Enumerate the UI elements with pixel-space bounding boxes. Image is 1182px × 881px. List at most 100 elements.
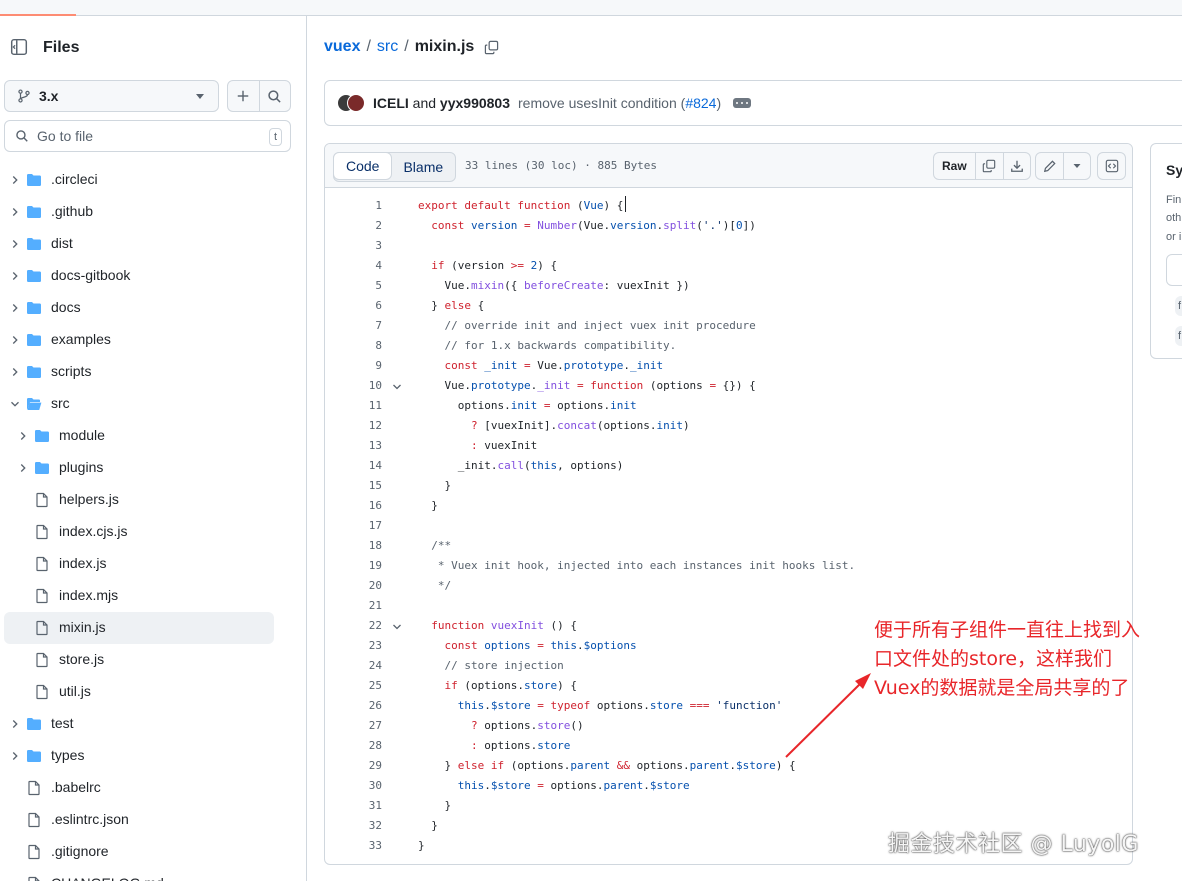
line-number[interactable]: 28 xyxy=(345,736,382,756)
line-number[interactable]: 11 xyxy=(345,396,382,416)
breadcrumb-dir-link[interactable]: src xyxy=(377,38,398,56)
code-line[interactable]: 12 ? [vuexInit].concat(options.init) xyxy=(325,416,1132,436)
avatar[interactable] xyxy=(337,93,367,113)
fold-chevron-icon[interactable] xyxy=(391,380,403,392)
commit-message-text[interactable]: remove usesInit condition ( xyxy=(518,95,685,111)
line-number[interactable]: 31 xyxy=(345,796,382,816)
go-to-file-field[interactable]: t xyxy=(4,120,291,152)
tree-folder-src[interactable]: src xyxy=(4,388,274,420)
line-number[interactable]: 23 xyxy=(345,636,382,656)
code-line[interactable]: 16 } xyxy=(325,496,1132,516)
code-line[interactable]: 20 */ xyxy=(325,576,1132,596)
code-line[interactable]: 11 options.init = options.init xyxy=(325,396,1132,416)
line-number[interactable]: 12 xyxy=(345,416,382,436)
chevron-right-icon[interactable] xyxy=(7,332,23,348)
tree-folder-docs[interactable]: docs xyxy=(4,292,274,324)
branch-selector[interactable]: 3.x xyxy=(4,80,219,112)
symbols-filter-input[interactable] xyxy=(1166,254,1182,286)
chevron-right-icon[interactable] xyxy=(7,172,23,188)
tree-file-util-js[interactable]: util.js xyxy=(4,676,274,708)
tree-file-mixin-js[interactable]: mixin.js xyxy=(4,612,274,644)
line-number[interactable]: 24 xyxy=(345,656,382,676)
code-line[interactable]: 7 // override init and inject vuex init … xyxy=(325,316,1132,336)
line-number[interactable]: 6 xyxy=(345,296,382,316)
code-line[interactable]: 4 if (version >= 2) { xyxy=(325,256,1132,276)
code-line[interactable]: 15 } xyxy=(325,476,1132,496)
edit-options-dropdown[interactable] xyxy=(1063,153,1090,179)
line-number[interactable]: 33 xyxy=(345,836,382,856)
line-number[interactable]: 10 xyxy=(345,376,382,396)
code-line[interactable]: 30 this.$store = options.parent.$store xyxy=(325,776,1132,796)
breadcrumb-repo-link[interactable]: vuex xyxy=(324,38,360,56)
tree-file-eslintrc-json[interactable]: .eslintrc.json xyxy=(4,804,274,836)
line-number[interactable]: 26 xyxy=(345,696,382,716)
tree-folder-github[interactable]: .github xyxy=(4,196,274,228)
line-number[interactable]: 20 xyxy=(345,576,382,596)
code-line[interactable]: 5 Vue.mixin({ beforeCreate: vuexInit }) xyxy=(325,276,1132,296)
code-line[interactable]: 21 xyxy=(325,596,1132,616)
tree-folder-test[interactable]: test xyxy=(4,708,274,740)
download-button[interactable] xyxy=(1002,153,1030,179)
code-line[interactable]: 8 // for 1.x backwards compatibility. xyxy=(325,336,1132,356)
tree-folder-circleci[interactable]: .circleci xyxy=(4,164,274,196)
chevron-right-icon[interactable] xyxy=(7,204,23,220)
line-number[interactable]: 9 xyxy=(345,356,382,376)
tree-folder-docs-gitbook[interactable]: docs-gitbook xyxy=(4,260,274,292)
chevron-right-icon[interactable] xyxy=(7,300,23,316)
line-number[interactable]: 29 xyxy=(345,756,382,776)
line-number[interactable]: 22 xyxy=(345,616,382,636)
raw-button[interactable]: Raw xyxy=(934,153,976,179)
line-number[interactable]: 13 xyxy=(345,436,382,456)
symbol-chip[interactable]: f xyxy=(1175,326,1182,346)
code-line[interactable]: 1 export default function (Vue) { xyxy=(325,196,1132,216)
tree-file-helpers-js[interactable]: helpers.js xyxy=(4,484,274,516)
chevron-right-icon[interactable] xyxy=(7,748,23,764)
tree-file-index-cjs-js[interactable]: index.cjs.js xyxy=(4,516,274,548)
line-number[interactable]: 19 xyxy=(345,556,382,576)
chevron-right-icon[interactable] xyxy=(7,236,23,252)
copy-path-button[interactable] xyxy=(484,40,499,55)
tree-file-index-js[interactable]: index.js xyxy=(4,548,274,580)
code-line[interactable]: 27 ? options.store() xyxy=(325,716,1132,736)
copy-raw-button[interactable] xyxy=(976,153,1003,179)
code-line[interactable]: 28 : options.store xyxy=(325,736,1132,756)
tree-file-babelrc[interactable]: .babelrc xyxy=(4,772,274,804)
line-number[interactable]: 7 xyxy=(345,316,382,336)
tree-folder-dist[interactable]: dist xyxy=(4,228,274,260)
chevron-down-icon[interactable] xyxy=(7,396,23,412)
avatar-yyx990803[interactable] xyxy=(347,94,365,112)
code-line[interactable]: 6 } else { xyxy=(325,296,1132,316)
symbol-chip[interactable]: f xyxy=(1175,296,1182,316)
code-line[interactable]: 17 xyxy=(325,516,1132,536)
tab-code[interactable]: Code xyxy=(333,152,393,180)
code-line[interactable]: 13 : vuexInit xyxy=(325,436,1132,456)
code-line[interactable]: 10 Vue.prototype._init = function (optio… xyxy=(325,376,1132,396)
tree-folder-examples[interactable]: examples xyxy=(4,324,274,356)
code-line[interactable]: 31 } xyxy=(325,796,1132,816)
line-number[interactable]: 14 xyxy=(345,456,382,476)
chevron-right-icon[interactable] xyxy=(7,716,23,732)
code-lines[interactable]: 1 export default function (Vue) {2 const … xyxy=(325,196,1132,856)
commit-message[interactable]: remove usesInit condition (#824) xyxy=(518,95,721,111)
code-line[interactable]: 19 * Vuex init hook, injected into each … xyxy=(325,556,1132,576)
symbols-panel-button[interactable] xyxy=(1097,152,1126,180)
expand-commit-button[interactable] xyxy=(733,98,752,108)
line-number[interactable]: 2 xyxy=(345,216,382,236)
line-number[interactable]: 27 xyxy=(345,716,382,736)
go-to-file-input[interactable] xyxy=(37,128,257,144)
add-file-button[interactable] xyxy=(228,81,259,111)
tree-file-gitignore[interactable]: .gitignore xyxy=(4,836,274,868)
code-line[interactable]: 29 } else if (options.parent && options.… xyxy=(325,756,1132,776)
line-number[interactable]: 25 xyxy=(345,676,382,696)
line-number[interactable]: 15 xyxy=(345,476,382,496)
line-number[interactable]: 30 xyxy=(345,776,382,796)
code-line[interactable]: 14 _init.call(this, options) xyxy=(325,456,1132,476)
tree-file-store-js[interactable]: store.js xyxy=(4,644,274,676)
tree-folder-module[interactable]: module xyxy=(4,420,274,452)
search-button[interactable] xyxy=(258,81,290,111)
line-number[interactable]: 21 xyxy=(345,596,382,616)
tree-folder-types[interactable]: types xyxy=(4,740,274,772)
line-number[interactable]: 17 xyxy=(345,516,382,536)
line-number[interactable]: 4 xyxy=(345,256,382,276)
edit-file-button[interactable] xyxy=(1036,153,1063,179)
